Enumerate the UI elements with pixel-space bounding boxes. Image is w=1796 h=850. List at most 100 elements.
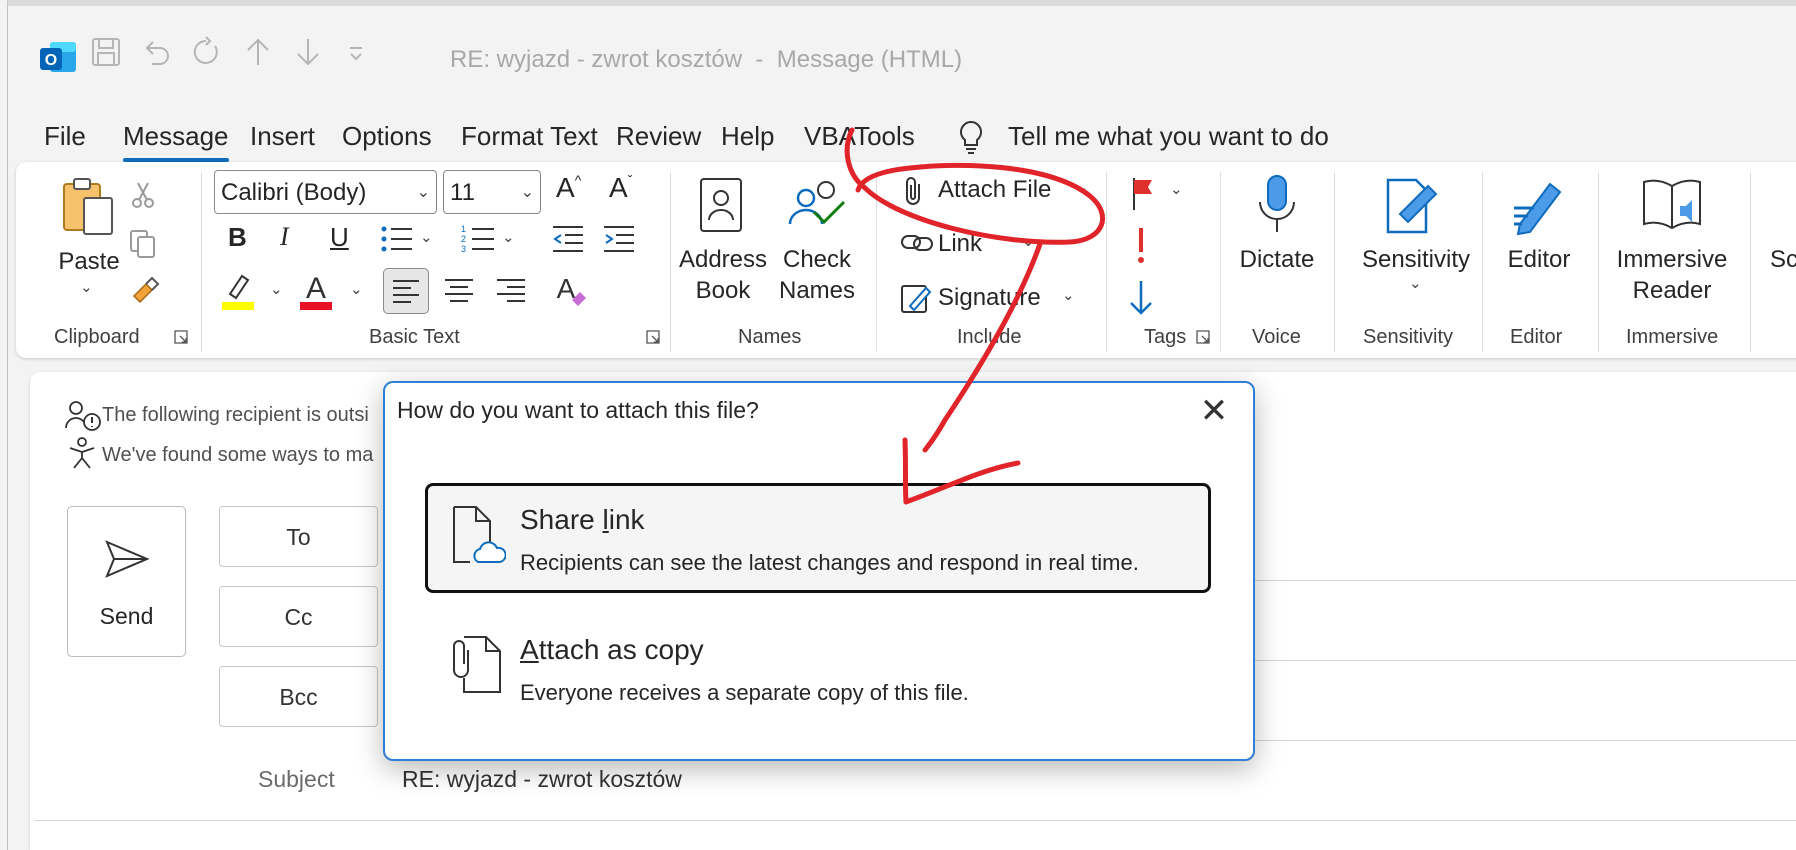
separator bbox=[1750, 172, 1751, 352]
underline-button[interactable]: U bbox=[330, 222, 349, 253]
separator bbox=[1482, 172, 1483, 352]
subject-field[interactable]: RE: wyjazd - zwrot kosztów bbox=[402, 766, 682, 793]
group-label-immersive: Immersive bbox=[1626, 326, 1719, 348]
undo-icon[interactable] bbox=[140, 36, 172, 68]
microphone-icon[interactable] bbox=[1254, 174, 1300, 236]
sensitivity-icon[interactable] bbox=[1382, 174, 1442, 236]
bullets-dropdown-icon[interactable]: ⌄ bbox=[420, 228, 433, 246]
clear-formatting-icon[interactable]: A bbox=[552, 270, 588, 310]
align-center-icon[interactable] bbox=[444, 278, 474, 304]
link-label: Link bbox=[938, 230, 983, 257]
tab-vbatools[interactable]: VBATools bbox=[804, 121, 915, 152]
font-color-button[interactable]: A bbox=[298, 270, 334, 317]
address-book-line2: Book bbox=[695, 277, 751, 304]
signature-label: Signature bbox=[938, 284, 1041, 311]
group-label-clipboard: Clipboard bbox=[54, 326, 140, 348]
to-button[interactable]: To bbox=[219, 506, 378, 567]
font-color-icon: A bbox=[300, 272, 332, 310]
share-link-option[interactable]: Share link Recipients can see the latest… bbox=[425, 483, 1211, 593]
tell-me-search[interactable]: Tell me what you want to do bbox=[1008, 121, 1329, 152]
check-names-button[interactable]: Check Names bbox=[772, 244, 862, 306]
copy-icon[interactable] bbox=[128, 228, 158, 260]
numbering-icon[interactable]: 1 2 3 bbox=[460, 222, 496, 256]
share-link-title: Share link bbox=[520, 504, 645, 536]
tab-insert[interactable]: Insert bbox=[250, 121, 315, 152]
bcc-button[interactable]: Bcc bbox=[219, 666, 378, 727]
accessibility-icon bbox=[69, 437, 95, 469]
font-color-dropdown-icon[interactable]: ⌄ bbox=[350, 280, 363, 298]
paste-dropdown-icon[interactable]: ⌄ bbox=[80, 278, 93, 296]
external-recipient-warning: The following recipient is outsi bbox=[102, 404, 369, 426]
signature-icon bbox=[901, 285, 932, 313]
address-book-button[interactable]: Address Book bbox=[678, 244, 768, 306]
title-bar: O RE: wyjazd - zwrot kosztów - Message (… bbox=[8, 6, 1796, 101]
svg-text:A: A bbox=[306, 272, 326, 305]
highlight-color-button[interactable] bbox=[220, 270, 256, 317]
cut-off-ribbon-button[interactable]: Sc bbox=[1770, 244, 1796, 275]
flag-dropdown-icon[interactable]: ⌄ bbox=[1170, 180, 1183, 198]
paste-button[interactable]: Paste bbox=[54, 246, 124, 277]
chevron-down-icon: ⌄ bbox=[416, 184, 430, 201]
immersive-reader-button[interactable]: Immersive Reader bbox=[1616, 244, 1728, 306]
tab-help[interactable]: Help bbox=[721, 121, 774, 152]
bullets-icon[interactable] bbox=[380, 224, 414, 254]
group-label-names: Names bbox=[738, 326, 802, 348]
close-icon[interactable]: ✕ bbox=[1192, 391, 1236, 435]
redo-icon[interactable] bbox=[190, 36, 222, 68]
save-icon[interactable] bbox=[90, 36, 122, 68]
attach-as-copy-option[interactable]: Attach as copy Everyone receives a separ… bbox=[425, 613, 1211, 723]
highlight-dropdown-icon[interactable]: ⌄ bbox=[270, 280, 283, 298]
tab-file[interactable]: File bbox=[44, 121, 86, 152]
svg-text:2: 2 bbox=[461, 234, 466, 244]
svg-text:3: 3 bbox=[461, 244, 466, 254]
grow-font-icon[interactable]: A^ bbox=[556, 172, 581, 204]
chevron-down-icon: ⌄ bbox=[1062, 287, 1075, 304]
send-label: Send bbox=[99, 603, 154, 629]
immersive-reader-icon[interactable] bbox=[1640, 176, 1706, 236]
check-names-line2: Names bbox=[778, 277, 856, 304]
cut-icon[interactable] bbox=[128, 180, 158, 210]
tags-launcher-icon[interactable] bbox=[1196, 330, 1210, 344]
cc-button[interactable]: Cc bbox=[219, 586, 378, 647]
increase-indent-icon[interactable] bbox=[602, 224, 636, 254]
basic-text-launcher-icon[interactable] bbox=[646, 330, 660, 344]
font-name-combo[interactable]: Calibri (Body) ⌄ bbox=[214, 170, 437, 214]
editor-button[interactable]: Editor bbox=[1494, 244, 1584, 275]
attach-file-label: Attach File bbox=[938, 176, 1052, 203]
bold-button[interactable]: B bbox=[228, 222, 247, 253]
dialog-title: How do you want to attach this file? bbox=[397, 397, 759, 423]
align-left-icon bbox=[393, 280, 419, 303]
paste-icon[interactable] bbox=[60, 176, 116, 238]
format-painter-icon[interactable] bbox=[128, 274, 160, 306]
send-button[interactable]: Send bbox=[67, 506, 186, 657]
sensitivity-dropdown-icon[interactable]: ⌄ bbox=[1409, 274, 1422, 292]
tab-message[interactable]: Message bbox=[123, 121, 229, 162]
low-importance-icon[interactable] bbox=[1128, 278, 1154, 318]
tab-options[interactable]: Options bbox=[342, 121, 432, 152]
window-title: RE: wyjazd - zwrot kosztów - Message (HT… bbox=[450, 46, 963, 73]
editor-icon[interactable] bbox=[1510, 174, 1568, 236]
tab-review[interactable]: Review bbox=[616, 121, 701, 152]
align-right-icon[interactable] bbox=[496, 278, 526, 304]
dictate-button[interactable]: Dictate bbox=[1232, 244, 1322, 275]
check-names-icon[interactable] bbox=[786, 176, 848, 238]
send-icon bbox=[105, 540, 150, 578]
high-importance-icon[interactable] bbox=[1134, 226, 1148, 266]
numbering-dropdown-icon[interactable]: ⌄ bbox=[502, 228, 515, 246]
shrink-font-icon[interactable]: Aˇ bbox=[609, 172, 632, 204]
next-item-icon[interactable] bbox=[292, 36, 324, 68]
italic-button[interactable]: I bbox=[280, 222, 289, 252]
follow-up-flag-icon[interactable] bbox=[1130, 176, 1160, 212]
attach-as-copy-description: Everyone receives a separate copy of thi… bbox=[520, 680, 969, 705]
clipboard-launcher-icon[interactable] bbox=[174, 330, 188, 344]
lightbulb-icon bbox=[960, 120, 982, 154]
chevron-down-icon: ⌄ bbox=[1076, 179, 1089, 196]
align-left-button[interactable] bbox=[383, 268, 429, 314]
decrease-indent-icon[interactable] bbox=[551, 224, 585, 254]
address-book-icon[interactable] bbox=[698, 176, 744, 234]
customize-toolbar-icon[interactable] bbox=[346, 44, 366, 64]
font-size-combo[interactable]: 11 ⌄ bbox=[443, 170, 541, 214]
tab-format-text[interactable]: Format Text bbox=[461, 121, 598, 152]
previous-item-icon[interactable] bbox=[242, 36, 274, 68]
sensitivity-button[interactable]: Sensitivity bbox=[1346, 244, 1486, 275]
